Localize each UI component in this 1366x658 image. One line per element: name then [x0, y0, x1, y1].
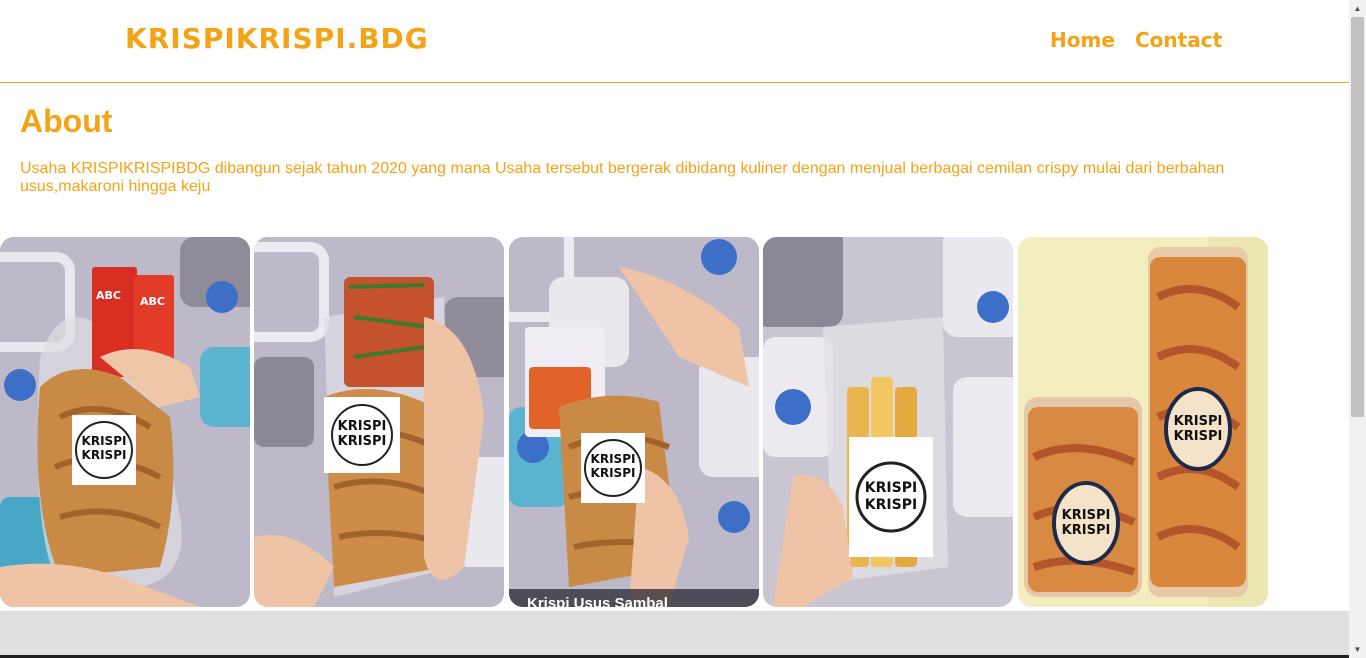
svg-text:KRISPI: KRISPI — [865, 497, 917, 513]
product-image-1: ABC ABC KRISPI KRISPI — [0, 237, 250, 607]
product-caption: Krispi Usus Sambal — [509, 589, 759, 607]
product-photo-5: KRISPI KRISPI KRISPI KRISPI — [1018, 237, 1268, 607]
arrow-down-icon[interactable]: ▼ — [1349, 641, 1366, 658]
product-image-2: KRISPI KRISPI — [254, 237, 504, 607]
svg-text:KRISPI: KRISPI — [1174, 414, 1223, 429]
svg-text:KRISPI: KRISPI — [1062, 523, 1111, 538]
about-description: Usaha KRISPIKRISPIBDG dibangun sejak tah… — [20, 160, 1225, 195]
svg-text:KRISPI: KRISPI — [1062, 508, 1111, 523]
navbar: KRISPIKRISPI.BDG Home Contact — [0, 0, 1349, 83]
product-image-3: KRISPI KRISPI Krispi Usus Sambal — [509, 237, 759, 607]
brand-logo[interactable]: KRISPIKRISPI.BDG — [125, 22, 429, 55]
svg-text:KRISPI: KRISPI — [865, 480, 917, 496]
svg-text:KRISPI: KRISPI — [338, 419, 387, 434]
product-photo-1: ABC ABC KRISPI KRISPI — [0, 237, 250, 607]
product-gallery: ABC ABC KRISPI KRISPI KRISPI KRISPI KRIS… — [0, 237, 1270, 607]
nav-link-home[interactable]: Home — [1050, 28, 1115, 52]
product-photo-4: KRISPI KRISPI — [763, 237, 1013, 607]
nav-link-contact[interactable]: Contact — [1135, 28, 1222, 52]
svg-text:KRISPI: KRISPI — [338, 434, 387, 449]
page-scrollbar[interactable]: ▲ ▼ — [1349, 0, 1366, 658]
about-title: About — [20, 103, 113, 139]
svg-text:KRISPI: KRISPI — [591, 452, 636, 466]
sauce-label: ABC — [96, 289, 121, 302]
svg-text:ABC: ABC — [140, 295, 165, 308]
footer — [0, 611, 1349, 658]
arrow-up-icon[interactable]: ▲ — [1349, 0, 1366, 17]
svg-text:KRISPI: KRISPI — [82, 448, 127, 462]
product-photo-2: KRISPI KRISPI — [254, 237, 504, 607]
svg-text:KRISPI: KRISPI — [1174, 429, 1223, 444]
svg-text:KRISPI: KRISPI — [82, 434, 127, 448]
scrollbar-thumb[interactable] — [1351, 17, 1364, 417]
product-image-5: KRISPI KRISPI KRISPI KRISPI — [1018, 237, 1268, 607]
svg-text:KRISPI: KRISPI — [591, 466, 636, 480]
product-image-4: KRISPI KRISPI — [763, 237, 1013, 607]
product-photo-3: KRISPI KRISPI — [509, 237, 759, 607]
